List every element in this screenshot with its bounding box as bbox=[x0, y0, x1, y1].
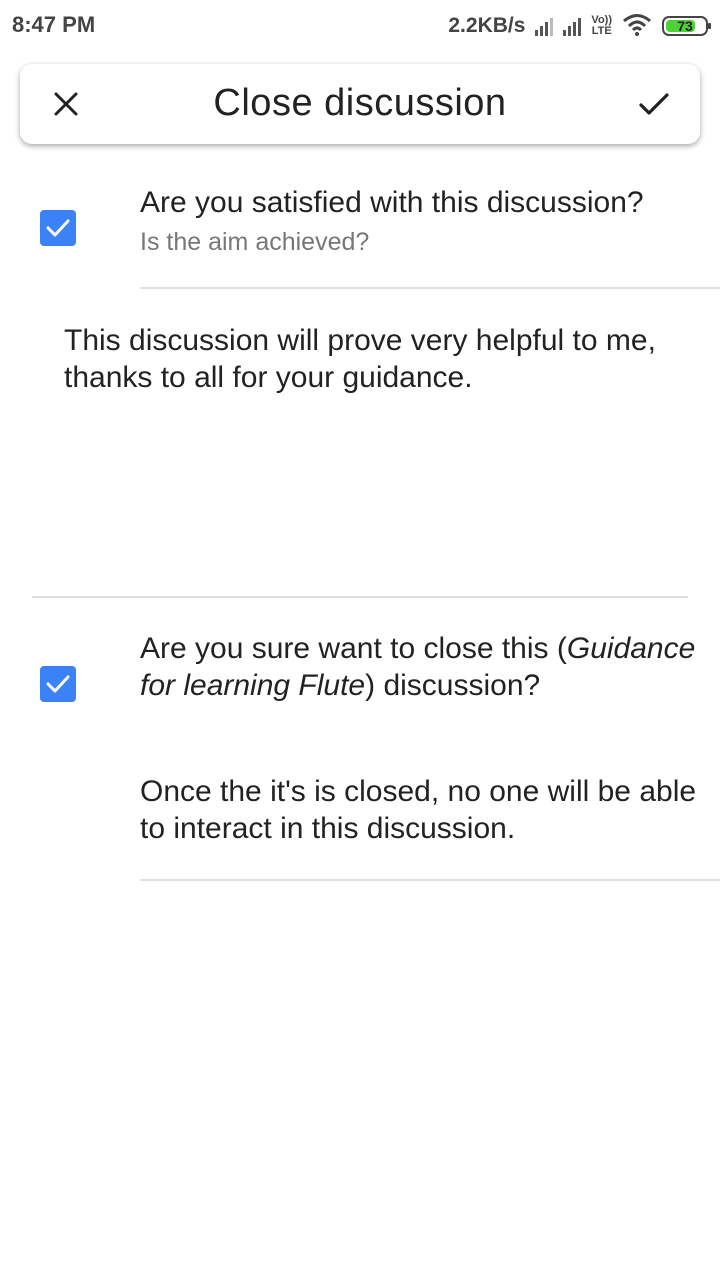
wifi-icon bbox=[622, 12, 652, 41]
page-title: Close discussion bbox=[213, 82, 507, 124]
checkmark-icon bbox=[46, 219, 70, 237]
question-prefix: Are you sure want to close this ( bbox=[140, 632, 567, 665]
signal-icon-2 bbox=[563, 16, 582, 36]
check-icon bbox=[639, 93, 669, 115]
satisfied-question[interactable]: Are you satisfied with this discussion? bbox=[140, 186, 680, 220]
feedback-textarea[interactable]: This discussion will prove very helpful … bbox=[64, 322, 664, 396]
signal-icon bbox=[535, 16, 554, 36]
divider bbox=[32, 596, 688, 598]
checkmark-icon bbox=[46, 675, 70, 693]
divider bbox=[140, 287, 720, 289]
question-suffix: ) discussion? bbox=[365, 669, 541, 702]
status-icons: 2.2KB/s Vo)) LTE 73 bbox=[448, 10, 711, 42]
network-speed: 2.2KB/s bbox=[448, 14, 526, 37]
battery-level: 73 bbox=[677, 18, 693, 34]
satisfied-checkbox[interactable] bbox=[40, 210, 76, 246]
status-time: 8:47 PM bbox=[12, 12, 96, 37]
close-confirm-note: Once the it's is closed, no one will be … bbox=[140, 775, 697, 845]
battery-icon: 73 bbox=[662, 16, 711, 36]
status-bar: 8:47 PM 2.2KB/s Vo)) LTE 73 bbox=[0, 0, 720, 52]
close-confirm-checkbox[interactable] bbox=[40, 666, 76, 702]
confirm-button[interactable] bbox=[634, 84, 674, 124]
divider bbox=[140, 879, 720, 881]
app-bar: Close discussion bbox=[20, 64, 700, 144]
volte-icon: Vo)) LTE bbox=[591, 15, 612, 37]
volte-bottom-label: LTE bbox=[591, 25, 612, 37]
satisfied-hint: Is the aim achieved? bbox=[140, 228, 370, 256]
close-confirm-question[interactable]: Are you sure want to close this (Guidanc… bbox=[140, 630, 700, 704]
